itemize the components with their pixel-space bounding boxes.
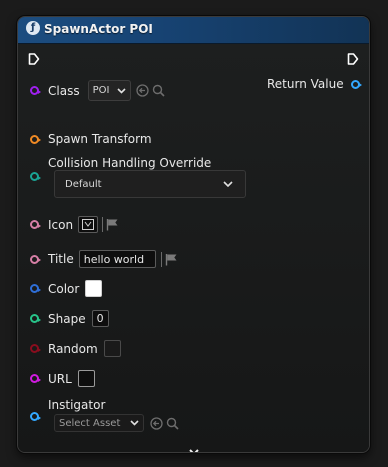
node-body: Return Value Class POI Spawn Transform C…: [18, 44, 369, 452]
class-row: Class POI: [30, 80, 165, 101]
shape-input[interactable]: 0: [91, 310, 109, 327]
url-pin[interactable]: [30, 374, 41, 383]
title-input[interactable]: hello world: [78, 250, 156, 268]
flag-icon[interactable]: [165, 253, 178, 266]
shape-row: Shape 0: [30, 310, 109, 327]
spawn-transform-pin[interactable]: [30, 134, 41, 144]
url-label: URL: [48, 371, 72, 386]
divider: [160, 251, 162, 267]
return-value-row: Return Value: [267, 77, 362, 91]
collision-dropdown[interactable]: Default: [54, 170, 246, 198]
icon-label: Icon: [48, 217, 74, 232]
shape-pin[interactable]: [30, 314, 41, 323]
collision-row: [30, 172, 41, 181]
color-row: Color: [30, 280, 103, 297]
url-input[interactable]: [77, 370, 95, 387]
title-pin[interactable]: [30, 254, 41, 264]
instigator-row: [30, 412, 41, 421]
collision-value: Default: [65, 178, 102, 190]
instigator-value: Select Asset: [59, 417, 121, 429]
instigator-pin[interactable]: [30, 412, 41, 421]
spawn-actor-node[interactable]: ƒ SpawnActor POI Return Value Class POI: [17, 16, 370, 453]
return-value-pin[interactable]: [350, 79, 362, 89]
chevron-down-icon: [130, 420, 139, 426]
spawn-transform-row: Spawn Transform: [30, 132, 152, 146]
use-selected-icon[interactable]: [135, 84, 149, 97]
url-row: URL: [30, 370, 95, 387]
icon-texture-thumbnail[interactable]: [78, 216, 99, 233]
shape-label: Shape: [48, 311, 86, 326]
random-checkbox[interactable]: [103, 340, 121, 357]
title-label: Title: [48, 252, 74, 266]
exec-in-pin-icon[interactable]: [28, 53, 40, 65]
return-value-label: Return Value: [267, 77, 344, 91]
use-selected-icon[interactable]: [150, 416, 163, 430]
expand-chevron-icon[interactable]: [188, 448, 200, 453]
flag-icon[interactable]: [106, 218, 119, 231]
search-icon[interactable]: [166, 417, 179, 430]
divider: [102, 217, 104, 232]
class-value: POI: [92, 85, 110, 96]
instigator-controls: Select Asset: [54, 414, 179, 432]
texture-icon: [82, 219, 95, 230]
spawn-transform-label: Spawn Transform: [48, 132, 152, 146]
function-icon: ƒ: [26, 21, 40, 35]
random-row: Random: [30, 340, 121, 357]
node-header[interactable]: ƒ SpawnActor POI: [18, 17, 369, 44]
random-pin[interactable]: [30, 344, 41, 353]
color-label: Color: [48, 281, 80, 296]
random-label: Random: [48, 341, 98, 356]
class-pin[interactable]: [30, 86, 41, 95]
instigator-dropdown[interactable]: Select Asset: [54, 414, 144, 432]
collision-label: Collision Handling Override: [48, 156, 212, 170]
title-row: Title hello world: [30, 250, 178, 268]
color-pin[interactable]: [30, 284, 41, 293]
search-icon[interactable]: [152, 84, 165, 97]
class-label: Class: [48, 83, 80, 98]
collision-pin[interactable]: [30, 172, 41, 181]
color-swatch[interactable]: [85, 280, 103, 297]
icon-row: Icon: [30, 216, 119, 233]
exec-out-pin-icon[interactable]: [347, 53, 359, 65]
chevron-down-icon: [117, 87, 126, 94]
class-dropdown[interactable]: POI: [87, 80, 131, 101]
chevron-down-icon: [223, 181, 233, 187]
node-title: SpawnActor POI: [44, 22, 153, 36]
instigator-label: Instigator: [48, 398, 106, 412]
icon-pin[interactable]: [30, 220, 41, 229]
